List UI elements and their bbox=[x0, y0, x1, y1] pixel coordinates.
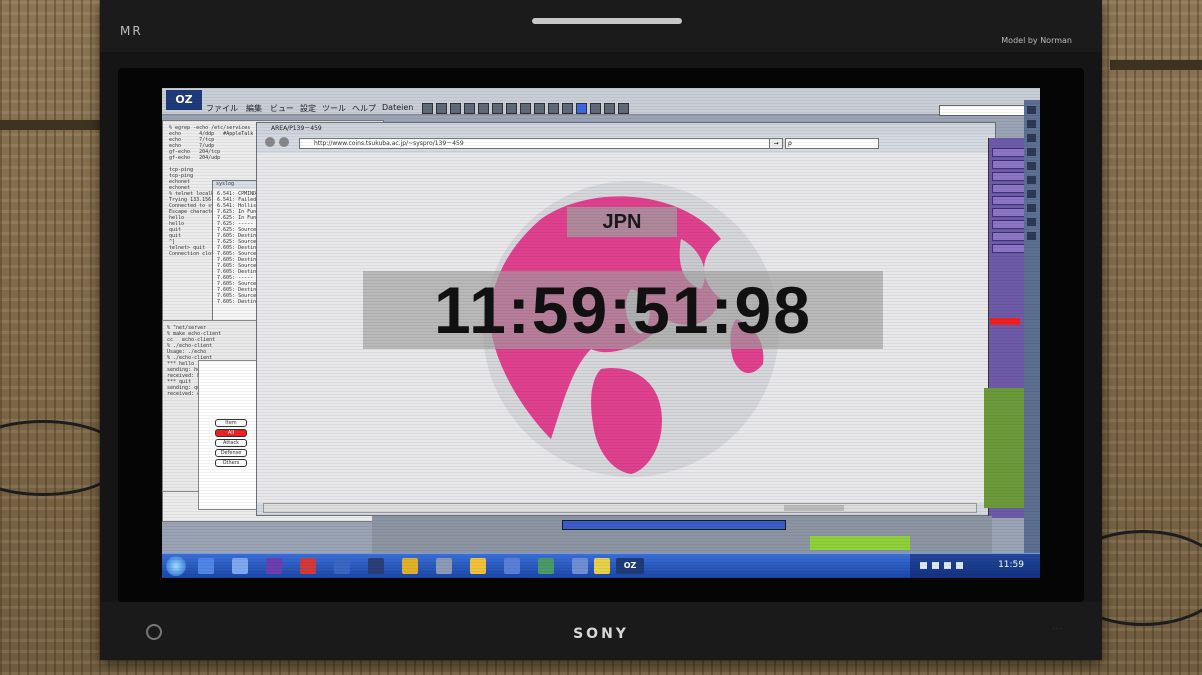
taskbar-clock[interactable]: 11:59 bbox=[998, 560, 1024, 570]
go-button[interactable]: → bbox=[769, 138, 783, 149]
forward-icon[interactable] bbox=[279, 137, 289, 147]
panel-row bbox=[992, 196, 1028, 205]
menu-btn-all[interactable]: All bbox=[215, 429, 247, 437]
app-icon[interactable] bbox=[368, 558, 384, 574]
app-icon[interactable] bbox=[334, 558, 350, 574]
toolbar-icon[interactable] bbox=[590, 103, 601, 114]
app-icon[interactable] bbox=[594, 558, 610, 574]
taskbar: OZ 11:59 bbox=[162, 553, 1040, 578]
monitor-tag-left: MR bbox=[120, 24, 143, 38]
countdown-clock: 11:59:51:98 bbox=[434, 273, 812, 347]
network-icon[interactable] bbox=[538, 558, 554, 574]
toolbar-icon[interactable] bbox=[492, 103, 503, 114]
monitor-brand: SONY bbox=[573, 626, 629, 642]
toolbar-icon[interactable] bbox=[506, 103, 517, 114]
folder-icon[interactable] bbox=[402, 558, 418, 574]
toolbar-icon[interactable] bbox=[534, 103, 545, 114]
menu-dateien[interactable]: Dateien bbox=[382, 103, 413, 112]
toolbar-icon[interactable] bbox=[548, 103, 559, 114]
panel-row bbox=[992, 148, 1028, 157]
browser-title: AREA/P139－459 bbox=[257, 123, 995, 135]
toolbar-icon[interactable] bbox=[1027, 134, 1036, 142]
app-icon[interactable] bbox=[232, 558, 248, 574]
top-search-input[interactable] bbox=[939, 105, 1033, 116]
panel-row bbox=[992, 160, 1028, 169]
toolbar-icon[interactable] bbox=[464, 103, 475, 114]
toolbar-icon[interactable] bbox=[520, 103, 531, 114]
url-bar[interactable]: http://www.coins.tsukuba.ac.jp/~syspro/1… bbox=[299, 138, 777, 149]
screen: OZ ファイル 編集 ビュー 設定 ツール ヘルプ Dateien % egre… bbox=[162, 88, 1040, 578]
app-icon[interactable] bbox=[300, 558, 316, 574]
toolbar-icon[interactable] bbox=[422, 103, 433, 114]
status-panel-green bbox=[984, 388, 1024, 508]
page-content: JPN 11:59:51:98 bbox=[257, 153, 995, 503]
menu-help[interactable]: ヘルプ bbox=[352, 103, 376, 114]
panel-row bbox=[992, 184, 1028, 193]
alert-tag bbox=[990, 318, 1020, 325]
monitor-handle bbox=[532, 18, 682, 24]
command-menu: Item All Attack Defense Others bbox=[198, 360, 260, 510]
progress-bar bbox=[562, 520, 786, 530]
toolbar-icon[interactable] bbox=[604, 103, 615, 114]
app-menubar: OZ ファイル 編集 ビュー 設定 ツール ヘルプ Dateien bbox=[162, 88, 1040, 116]
app-icon[interactable] bbox=[266, 558, 282, 574]
menu-edit[interactable]: 編集 bbox=[246, 103, 262, 114]
oz-logo: OZ bbox=[166, 90, 202, 110]
toolbar-icon[interactable] bbox=[450, 103, 461, 114]
toolbar-icon[interactable] bbox=[1027, 176, 1036, 184]
panel-row bbox=[992, 172, 1028, 181]
panel-row bbox=[992, 232, 1028, 241]
toolbar-icon[interactable] bbox=[1027, 148, 1036, 156]
toolbar-icon-active[interactable] bbox=[576, 103, 587, 114]
region-label: JPN bbox=[602, 211, 642, 233]
scroll-thumb[interactable] bbox=[784, 505, 844, 511]
toolbar-icon[interactable] bbox=[436, 103, 447, 114]
horizontal-scrollbar[interactable] bbox=[263, 503, 977, 513]
browser-icon[interactable] bbox=[198, 558, 214, 574]
panel-row bbox=[992, 208, 1028, 217]
app-icon[interactable] bbox=[572, 558, 588, 574]
toolbar-icon[interactable] bbox=[1027, 162, 1036, 170]
folder-icon[interactable] bbox=[470, 558, 486, 574]
monitor-model-label: · · · bbox=[1052, 626, 1062, 633]
menu-btn-attack[interactable]: Attack bbox=[215, 439, 247, 447]
toolbar-icon[interactable] bbox=[1027, 232, 1036, 240]
oz-taskbar-button[interactable]: OZ bbox=[616, 558, 644, 574]
flag-icon[interactable] bbox=[920, 562, 927, 569]
power-tray-icon[interactable] bbox=[956, 562, 963, 569]
toolbar-icon[interactable] bbox=[1027, 106, 1036, 114]
back-icon[interactable] bbox=[265, 137, 275, 147]
browser-window: AREA/P139－459 http://www.coins.tsukuba.a… bbox=[256, 122, 996, 516]
system-tray: 11:59 bbox=[910, 554, 1040, 578]
monitor-top bbox=[100, 0, 1102, 52]
panel-row bbox=[992, 220, 1028, 229]
toolbar-icon[interactable] bbox=[1027, 190, 1036, 198]
volume-icon[interactable] bbox=[944, 562, 951, 569]
start-orb-icon[interactable] bbox=[166, 556, 186, 576]
panel-row bbox=[992, 244, 1028, 253]
menu-btn-defense[interactable]: Defense bbox=[215, 449, 247, 457]
status-strip bbox=[810, 536, 910, 550]
menu-settings[interactable]: 設定 bbox=[300, 103, 316, 114]
toolbar-icon[interactable] bbox=[1027, 120, 1036, 128]
monitor-tag-right: Model by Norman bbox=[1001, 36, 1072, 45]
media-icon[interactable] bbox=[504, 558, 520, 574]
toolbar-icon[interactable] bbox=[478, 103, 489, 114]
app-icon[interactable] bbox=[436, 558, 452, 574]
menu-tools[interactable]: ツール bbox=[322, 103, 346, 114]
mat-border bbox=[1110, 60, 1202, 70]
toolbar-icon[interactable] bbox=[562, 103, 573, 114]
menu-view[interactable]: ビュー bbox=[270, 103, 294, 114]
menu-btn-others[interactable]: Others bbox=[215, 459, 247, 467]
right-toolbar bbox=[1024, 100, 1040, 560]
toolbar-icon[interactable] bbox=[1027, 218, 1036, 226]
toolbar-icon[interactable] bbox=[618, 103, 629, 114]
toolbar-icon[interactable] bbox=[1027, 204, 1036, 212]
menu-btn-item[interactable]: Item bbox=[215, 419, 247, 427]
menu-file[interactable]: ファイル bbox=[206, 103, 238, 114]
browser-search-input[interactable]: ρ bbox=[785, 138, 879, 149]
network-tray-icon[interactable] bbox=[932, 562, 939, 569]
